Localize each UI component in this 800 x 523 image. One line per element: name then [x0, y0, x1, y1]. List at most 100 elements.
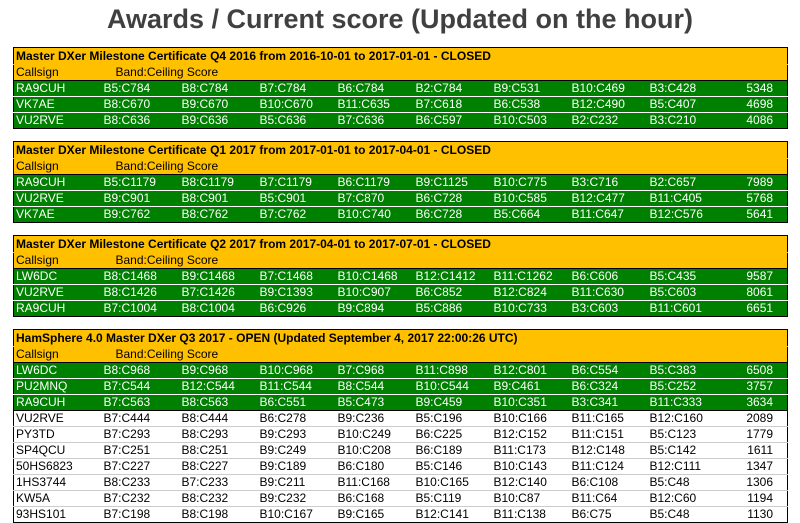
band-score-cell: B12:C141 — [413, 506, 492, 523]
band-score-cell: B10:C503 — [491, 112, 570, 129]
band-score-cell: B3:C210 — [647, 112, 726, 129]
total-score-cell: 4698 — [725, 96, 788, 113]
band-score-cell: B5:C123 — [647, 426, 726, 443]
callsign-cell: 50HS6823 — [13, 458, 102, 475]
award-heading-row: Master DXer Milestone Certificate Q2 201… — [13, 235, 788, 253]
band-score-cell: B8:C670 — [101, 96, 180, 113]
band-score-cell: B12:C60 — [647, 490, 726, 507]
band-score-cell: B12:C801 — [491, 362, 570, 379]
callsign-cell: LW6DC — [13, 362, 102, 379]
band-score-cell: B7:C1179 — [257, 174, 336, 191]
band-score-cell: B12:C824 — [491, 284, 570, 301]
band-score-cell: B5:C48 — [647, 506, 726, 523]
band-score-cell: B8:C762 — [179, 206, 258, 223]
column-header-callsign: Callsign — [13, 158, 102, 175]
table-row-winner: RA9CUH B5:C784 B8:C784 B7:C784 B6:C784 B2:C78… — [13, 80, 788, 97]
award-heading: HamSphere 4.0 Master DXer Q3 2017 - OPEN… — [13, 329, 788, 347]
band-score-cell: B12:C477 — [569, 190, 648, 207]
band-score-cell: B11:C333 — [647, 394, 726, 411]
table-row-winner: RA9CUH B7:C1004 B8:C1004 B6:C926 B9:C894 B5:C… — [13, 300, 788, 317]
callsign-cell: PU2MNQ — [13, 378, 102, 395]
callsign-cell: RA9CUH — [13, 394, 102, 411]
band-score-cell: B6:C108 — [569, 474, 648, 491]
award-table: HamSphere 4.0 Master DXer Q3 2017 - OPEN… — [13, 329, 789, 523]
callsign-cell: VK7AE — [13, 96, 102, 113]
band-score-cell: B6:C538 — [491, 96, 570, 113]
table-row: PY3TD B7:C293 B8:C293 B9:C293 B10:C249 B6:C22… — [13, 426, 788, 443]
band-score-cell: B6:C728 — [413, 206, 492, 223]
award-heading: Master DXer Milestone Certificate Q2 201… — [13, 235, 788, 253]
band-score-cell: B7:C1468 — [257, 268, 336, 285]
column-header-callsign: Callsign — [13, 252, 102, 269]
band-score-cell: B3:C428 — [647, 80, 726, 97]
band-score-cell: B10:C166 — [491, 410, 570, 427]
band-score-cell: B8:C227 — [179, 458, 258, 475]
band-score-cell: B12:C1412 — [413, 268, 492, 285]
page-title: Awards / Current score (Updated on the h… — [106, 4, 694, 34]
band-score-cell: B9:C459 — [413, 394, 492, 411]
band-score-cell: B9:C293 — [257, 426, 336, 443]
band-score-cell: B7:C1004 — [101, 300, 180, 317]
band-score-cell: B9:C1393 — [257, 284, 336, 301]
band-score-cell: B12:C544 — [179, 378, 258, 395]
band-score-cell: B5:C142 — [647, 442, 726, 459]
band-score-cell: B7:C1426 — [179, 284, 258, 301]
band-score-cell: B9:C901 — [101, 190, 180, 207]
total-score-cell: 1306 — [725, 474, 788, 491]
table-row-winner: VU2RVE B9:C901 B8:C901 B5:C901 B7:C870 B6:C72… — [13, 190, 788, 207]
total-score-cell: 6651 — [725, 300, 788, 317]
band-score-cell: B10:C740 — [335, 206, 414, 223]
band-score-cell: B7:C544 — [101, 378, 180, 395]
award-heading-row: HamSphere 4.0 Master DXer Q3 2017 - OPEN… — [13, 329, 788, 347]
band-score-cell: B10:C167 — [257, 506, 336, 523]
callsign-cell: VU2RVE — [13, 112, 102, 129]
column-header-row: Callsign Band:Ceiling Score — [13, 252, 788, 269]
band-score-cell: B5:C886 — [413, 300, 492, 317]
band-score-cell: B7:C232 — [101, 490, 180, 507]
band-score-cell: B10:C469 — [569, 80, 648, 97]
table-row: 50HS6823 B7:C227 B8:C227 B9:C189 B6:C180 B5:C… — [13, 458, 788, 475]
band-score-cell: B10:C670 — [257, 96, 336, 113]
column-header-band: Band:Ceiling Score — [101, 64, 788, 81]
band-score-cell: B6:C189 — [413, 442, 492, 459]
band-score-cell: B10:C87 — [491, 490, 570, 507]
callsign-cell: VU2RVE — [13, 284, 102, 301]
callsign-cell: RA9CUH — [13, 80, 102, 97]
band-score-cell: B8:C233 — [101, 474, 180, 491]
table-row-winner: LW6DC B8:C968 B9:C968 B10:C968 B7:C968 B11:C8… — [13, 362, 788, 379]
band-score-cell: B8:C293 — [179, 426, 258, 443]
total-score-cell: 7989 — [725, 174, 788, 191]
column-header-row: Callsign Band:Ceiling Score — [13, 158, 788, 175]
band-score-cell: B11:C630 — [569, 284, 648, 301]
callsign-cell: SP4QCU — [13, 442, 102, 459]
band-score-cell: B9:C211 — [257, 474, 336, 491]
table-row: SP4QCU B7:C251 B8:C251 B9:C249 B10:C208 B6:C1… — [13, 442, 788, 459]
table-row-winner: RA9CUH B7:C563 B8:C563 B6:C551 B5:C473 B9:C45… — [13, 394, 788, 411]
band-score-cell: B6:C324 — [569, 378, 648, 395]
band-score-cell: B5:C119 — [413, 490, 492, 507]
table-row-winner: RA9CUH B5:C1179 B8:C1179 B7:C1179 B6:C1179 B9… — [13, 174, 788, 191]
band-score-cell: B12:C576 — [647, 206, 726, 223]
band-score-cell: B9:C249 — [257, 442, 336, 459]
band-score-cell: B8:C1426 — [101, 284, 180, 301]
band-score-cell: B9:C1468 — [179, 268, 258, 285]
band-score-cell: B6:C606 — [569, 268, 648, 285]
band-score-cell: B8:C1468 — [101, 268, 180, 285]
band-score-cell: B6:C225 — [413, 426, 492, 443]
band-score-cell: B3:C341 — [569, 394, 648, 411]
callsign-cell: RA9CUH — [13, 174, 102, 191]
callsign-cell: 1HS3744 — [13, 474, 102, 491]
table-row: 1HS3744 B8:C233 B7:C233 B9:C211 B11:C168 B10:… — [13, 474, 788, 491]
band-score-cell: B6:C728 — [413, 190, 492, 207]
table-row-winner: VK7AE B8:C670 B9:C670 B10:C670 B11:C635 B7:C6… — [13, 96, 788, 113]
band-score-cell: B9:C636 — [179, 112, 258, 129]
callsign-cell: VU2RVE — [13, 190, 102, 207]
band-score-cell: B5:C196 — [413, 410, 492, 427]
award-table: Master DXer Milestone Certificate Q4 201… — [13, 47, 789, 129]
band-score-cell: B7:C968 — [335, 362, 414, 379]
band-score-cell: B6:C278 — [257, 410, 336, 427]
table-row-winner: VK7AE B9:C762 B8:C762 B7:C762 B10:C740 B6:C72… — [13, 206, 788, 223]
total-score-cell: 1130 — [725, 506, 788, 523]
total-score-cell: 5348 — [725, 80, 788, 97]
band-score-cell: B6:C597 — [413, 112, 492, 129]
